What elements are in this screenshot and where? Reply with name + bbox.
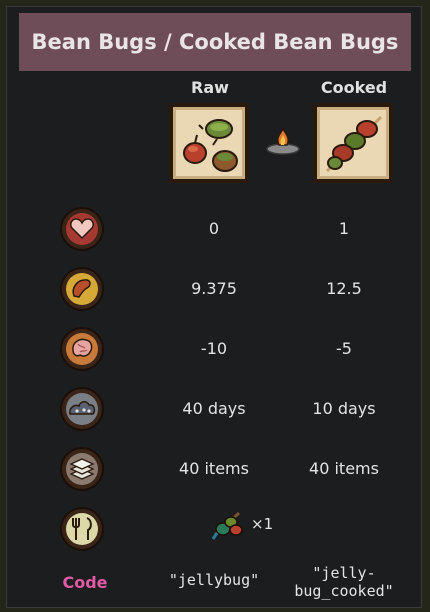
hunger-icon [60,267,104,311]
hunger-cooked-value: 12.5 [326,279,362,298]
spoilage-raw-value: 40 days [182,399,246,418]
code-cooked-value: "jelly- bug_cooked" [279,564,409,600]
infobox-title: Bean Bugs / Cooked Bean Bugs [31,30,399,54]
code-cooked-line1: "jelly- [312,564,376,582]
campfire-icon [266,127,300,155]
column-header-raw: Raw [191,78,229,97]
hunger-raw-value: 9.375 [191,279,237,298]
spoilage-cooked-value: 10 days [312,399,376,418]
health-icon [60,207,104,251]
sanity-cooked-value: -5 [336,339,352,358]
code-cooked-line2: bug_cooked" [294,582,394,600]
stack-icon [60,447,104,491]
stack-cooked-value: 40 items [309,459,379,478]
spoilage-icon [60,387,104,431]
health-cooked-value: 1 [338,219,350,238]
food-type-row: ×1 [209,507,273,541]
food-quantity: ×1 [251,515,274,533]
sanity-icon [60,327,104,371]
sanity-raw-value: -10 [200,339,228,358]
health-raw-value: 0 [208,219,220,238]
raw-bean-bugs-image [169,103,249,183]
stack-raw-value: 40 items [179,459,249,478]
cooked-bean-bugs-image [313,103,393,183]
title-bar: Bean Bugs / Cooked Bean Bugs [19,13,411,71]
infobox: Bean Bugs / Cooked Bean Bugs Raw Cooked [6,6,422,608]
column-header-cooked: Cooked [320,78,388,97]
food-type-icon [60,507,104,551]
bug-food-icon [211,511,243,540]
code-label: Code [62,573,108,592]
code-raw-value: "jellybug" [168,571,260,589]
